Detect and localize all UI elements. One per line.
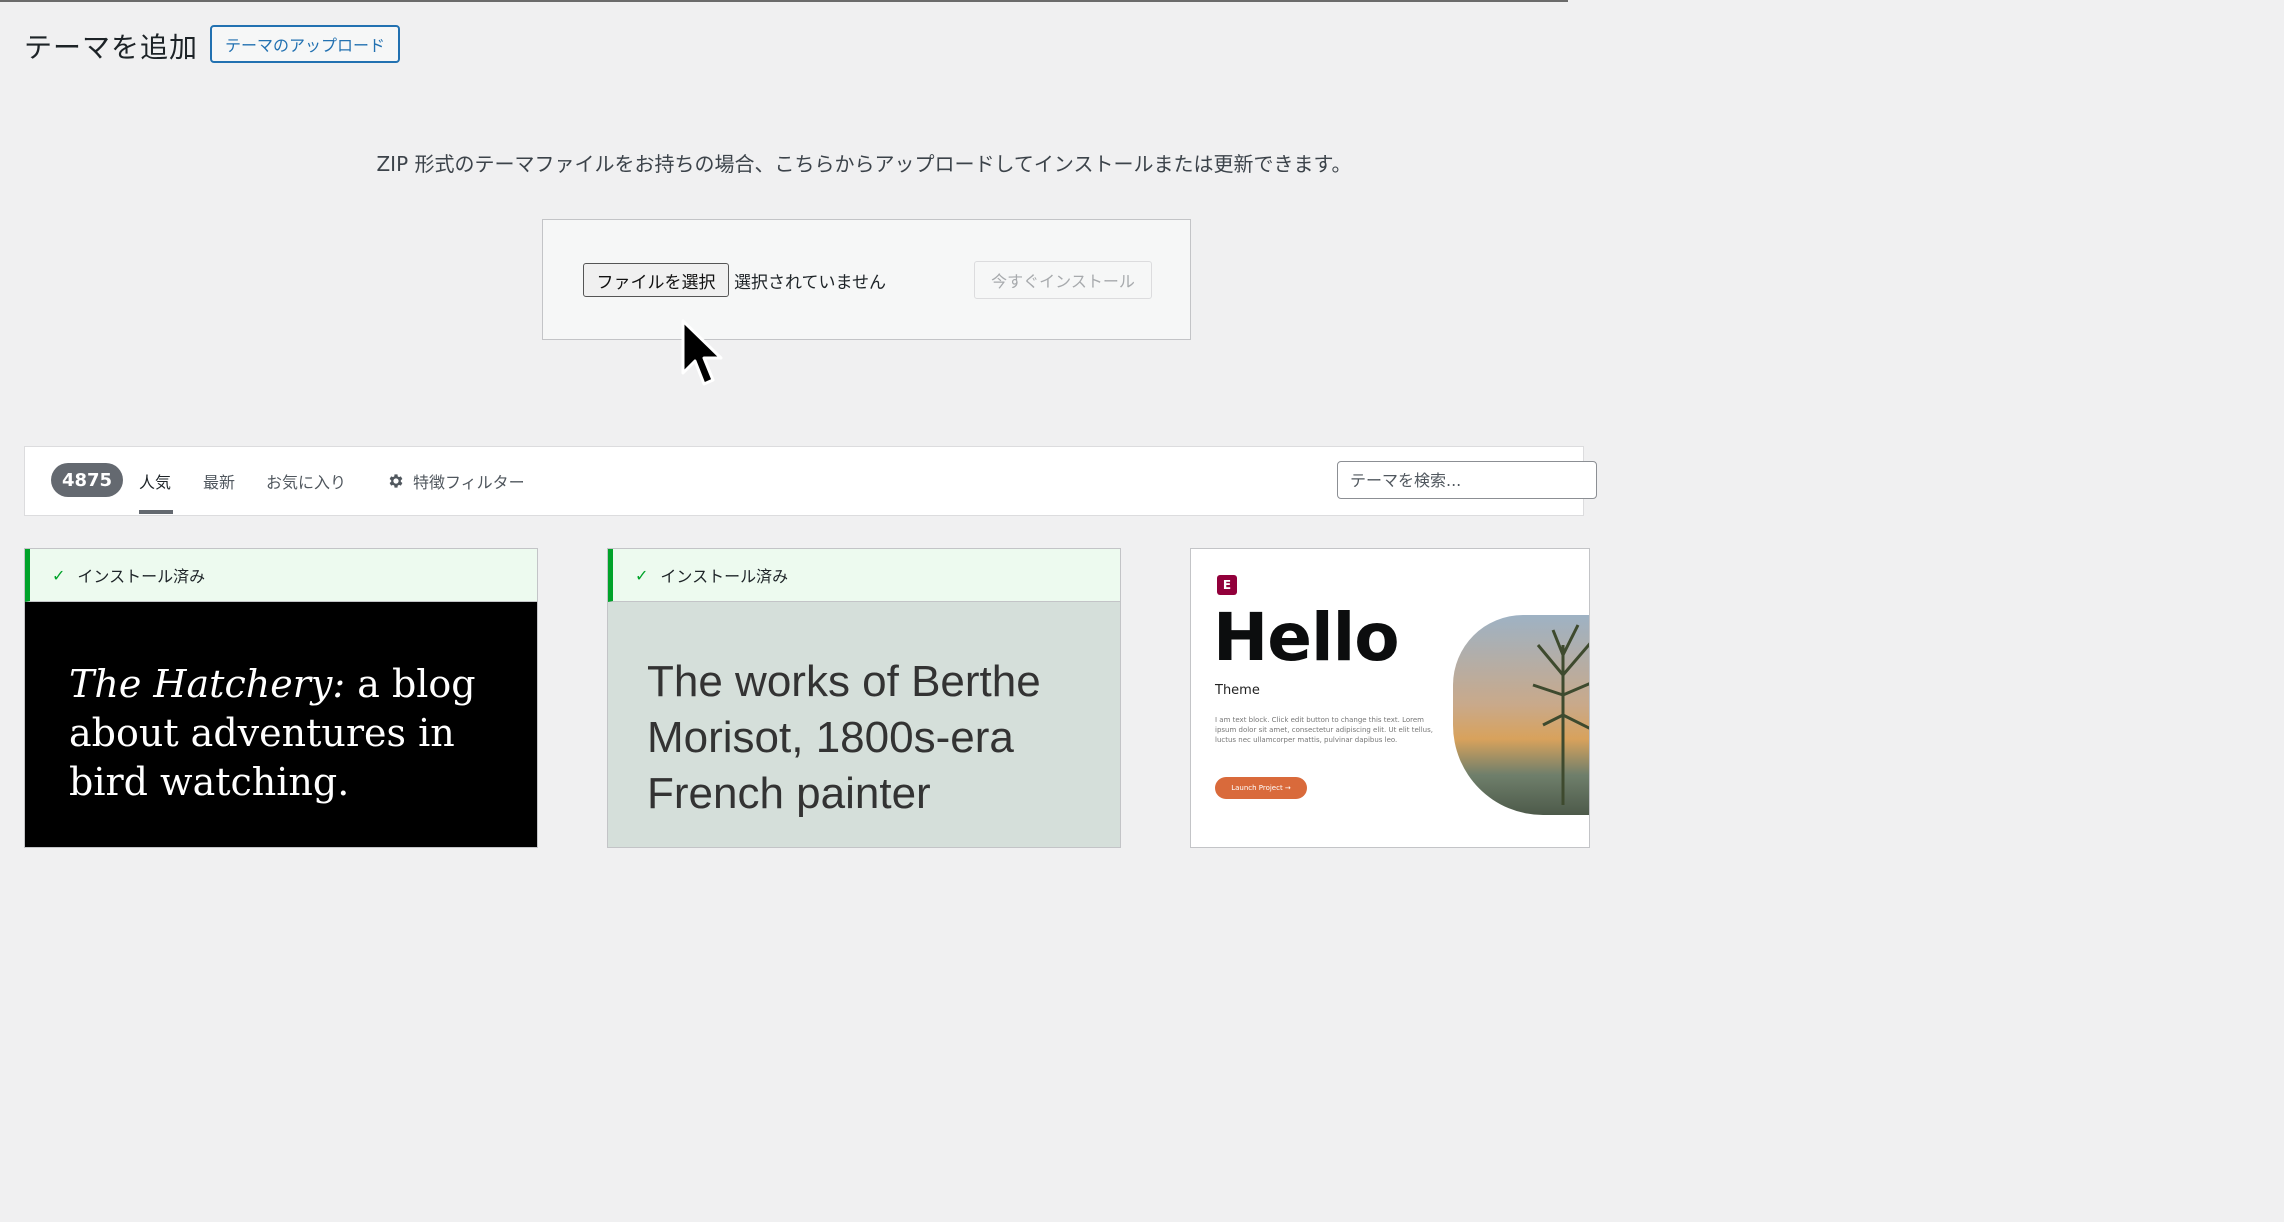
theme-preview-subtitle: Theme — [1215, 683, 1260, 698]
tab-popular[interactable]: 人気 — [139, 469, 171, 493]
upload-form: ファイルを選択 選択されていません 今すぐインストール — [542, 219, 1191, 340]
installed-notice: ✓ インストール済み — [25, 549, 537, 602]
theme-preview-text: The Hatchery: a blog about adventures in… — [69, 662, 476, 804]
choose-file-button[interactable]: ファイルを選択 — [583, 263, 729, 297]
active-tab-indicator — [139, 510, 173, 514]
page-title: テーマを追加 — [24, 31, 199, 64]
theme-screenshot: The works of Berthe Morisot, 1800s-era F… — [608, 602, 1120, 847]
mouse-cursor-icon — [681, 319, 723, 386]
feature-filter-label: 特徴フィルター — [413, 473, 525, 492]
upload-help-text: ZIP 形式のテーマファイルをお持ちの場合、こちらからアップロードしてインストー… — [376, 152, 1352, 176]
tab-favorites[interactable]: お気に入り — [266, 469, 346, 493]
theme-card[interactable]: The works of Berthe Morisot, 1800s-era F… — [607, 548, 1121, 848]
theme-card[interactable]: The Hatchery: a blog about adventures in… — [24, 548, 538, 848]
theme-preview-body: I am text block. Click edit button to ch… — [1215, 716, 1433, 744]
feature-filter-button[interactable]: 特徴フィルター — [387, 469, 525, 493]
tab-latest[interactable]: 最新 — [203, 469, 235, 493]
installed-notice: ✓ インストール済み — [608, 549, 1120, 602]
checkmark-icon: ✓ — [635, 565, 649, 585]
top-border — [0, 0, 1568, 2]
gear-icon — [389, 474, 403, 488]
theme-preview-text: The works of Berthe Morisot, 1800s-era F… — [647, 657, 1041, 818]
theme-preview-title: Hello — [1213, 599, 1400, 676]
install-now-button[interactable]: 今すぐインストール — [974, 261, 1152, 299]
elementor-logo-icon: E — [1217, 575, 1237, 595]
file-status-text: 選択されていません — [734, 273, 886, 293]
theme-preview-button: Launch Project → — [1215, 777, 1307, 799]
theme-card[interactable]: E Hello Theme I am text block. Click edi… — [1190, 548, 1590, 848]
theme-search-input[interactable] — [1337, 461, 1597, 499]
installed-label: インストール済み — [77, 567, 206, 586]
upload-theme-button[interactable]: テーマのアップロード — [210, 25, 400, 63]
cactus-landscape-image — [1453, 615, 1589, 815]
theme-filter-bar: 4875 人気 最新 お気に入り 特徴フィルター — [24, 446, 1597, 516]
theme-count-badge: 4875 — [51, 463, 123, 497]
theme-screenshot: The Hatchery: a blog about adventures in… — [25, 602, 537, 847]
checkmark-icon: ✓ — [52, 565, 66, 585]
installed-label: インストール済み — [660, 567, 789, 586]
